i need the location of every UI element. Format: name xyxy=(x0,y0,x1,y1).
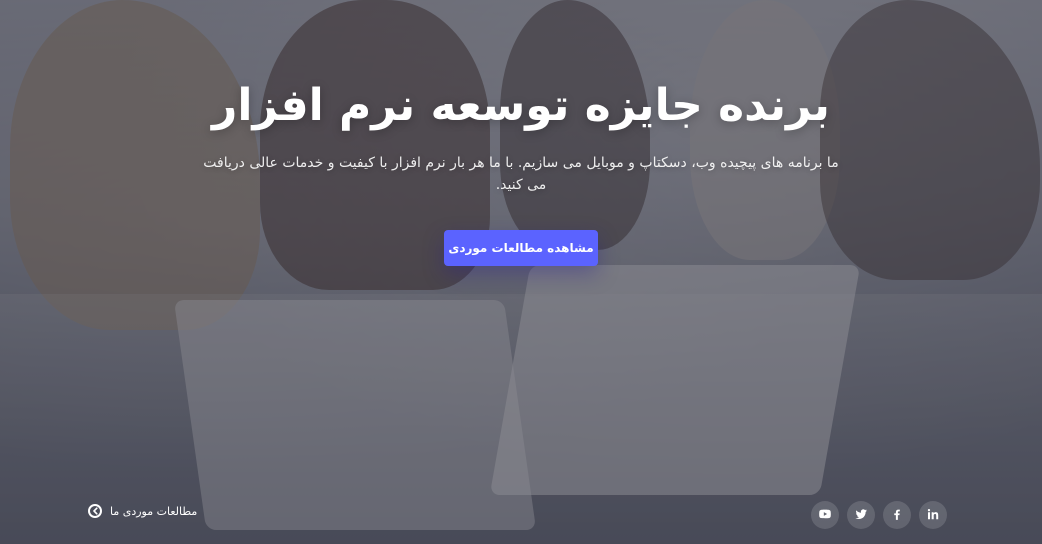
case-studies-link[interactable]: مطالعات موردی ما xyxy=(88,504,197,518)
social-links xyxy=(811,501,947,529)
view-case-studies-button[interactable]: مشاهده مطالعات موردی xyxy=(444,230,598,266)
hero-title: برنده جایزه توسعه نرم افزار xyxy=(212,80,830,131)
facebook-button[interactable] xyxy=(883,501,911,529)
linkedin-button[interactable] xyxy=(919,501,947,529)
hero-section: برنده جایزه توسعه نرم افزار ما برنامه ها… xyxy=(0,0,1042,544)
facebook-icon xyxy=(890,507,904,524)
arrow-left-circle-icon xyxy=(88,504,102,518)
linkedin-icon xyxy=(926,507,940,524)
twitter-button[interactable] xyxy=(847,501,875,529)
youtube-icon xyxy=(818,507,832,524)
hero-content: برنده جایزه توسعه نرم افزار ما برنامه ها… xyxy=(0,78,1042,266)
youtube-button[interactable] xyxy=(811,501,839,529)
twitter-icon xyxy=(854,507,868,524)
case-studies-link-label: مطالعات موردی ما xyxy=(110,504,198,518)
hero-subtitle: ما برنامه های پیچیده وب، دسکتاپ و موبایل… xyxy=(203,155,839,193)
